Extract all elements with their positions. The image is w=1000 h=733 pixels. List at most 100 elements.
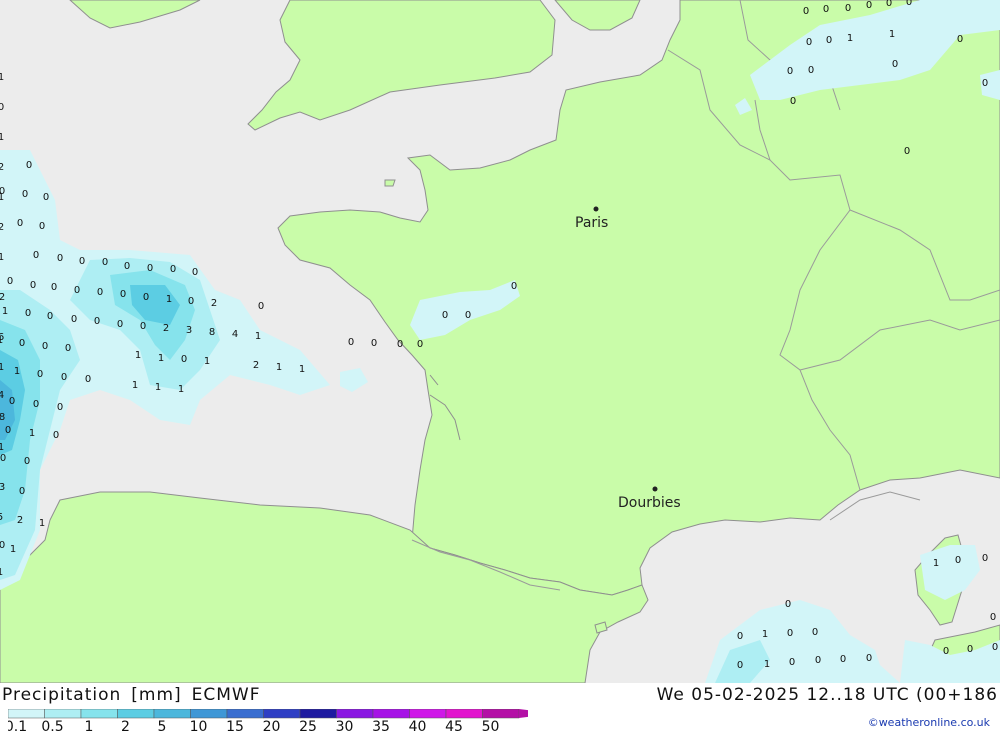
legend-swatch [299, 709, 337, 719]
precip-value: 0 [65, 343, 71, 354]
legend-swatch [44, 709, 82, 719]
precip-value: 0 [465, 310, 471, 321]
precip-value: 0 [806, 37, 812, 48]
precip-value: 0 [24, 456, 30, 467]
legend-swatch [482, 709, 520, 719]
product-name: Precipitation [2, 685, 122, 705]
precip-value: 0 [737, 660, 743, 671]
precip-value: 0 [22, 189, 28, 200]
legend-swatch [80, 709, 118, 719]
precip-value: 0 [57, 253, 63, 264]
map-footer: Precipitation [mm] ECMWF We 05-02-2025 12.… [0, 683, 1000, 733]
legend-label: 10 [190, 719, 208, 733]
precip-value: 0 [886, 0, 892, 9]
precip-value: 0 [812, 627, 818, 638]
precip-value: 0 [0, 453, 6, 464]
city-marker [593, 206, 599, 212]
precip-value: 0 [442, 310, 448, 321]
credit-link[interactable]: ©weatheronline.co.uk [868, 716, 990, 729]
legend-swatch [117, 709, 155, 719]
precip-value: 5 [0, 512, 3, 523]
legend-swatch [226, 709, 264, 719]
precip-value: 1 [0, 132, 4, 143]
precip-value: 0 [26, 160, 32, 171]
legend-label: 20 [263, 719, 281, 733]
precip-value: 0 [61, 372, 67, 383]
precip-value: 0 [906, 0, 912, 8]
precip-value: 0 [803, 6, 809, 17]
precip-value: 0 [790, 96, 796, 107]
precip-value: 2 [211, 298, 217, 309]
precip-value: 1 [14, 366, 20, 377]
legend-label: 35 [372, 719, 390, 733]
legend-swatch [372, 709, 410, 719]
legend-swatch [8, 709, 45, 719]
precip-value: 1 [10, 544, 16, 555]
precip-value: 0 [30, 280, 36, 291]
precip-value: 2 [163, 323, 169, 334]
precip-value: 1 [0, 192, 4, 203]
precip-value: 0 [57, 402, 63, 413]
precip-value: 0 [982, 553, 988, 564]
precip-value: 0 [0, 540, 5, 551]
legend-swatch [409, 709, 447, 719]
precip-value: 1 [889, 29, 895, 40]
precip-value: 0 [181, 354, 187, 365]
precip-value: 0 [19, 338, 25, 349]
legend-label: 45 [445, 719, 463, 733]
unit-label: [mm] [131, 685, 182, 705]
city-marker [652, 486, 658, 492]
precip-value: 3 [0, 482, 5, 493]
precip-value: 0 [845, 3, 851, 14]
precip-value: 0 [826, 35, 832, 46]
precip-value: 0 [94, 316, 100, 327]
land-jersey [384, 179, 396, 187]
legend-swatch [153, 709, 191, 719]
precip-value: 0 [789, 657, 795, 668]
legend-swatch [445, 709, 483, 719]
precip-value: 0 [892, 59, 898, 70]
precip-value: 0 [7, 276, 13, 287]
precip-value: 0 [787, 66, 793, 77]
precip-value: 1 [155, 382, 161, 393]
model-name: ECMWF [191, 685, 261, 705]
precip-value: 0 [51, 282, 57, 293]
precip-value: 0 [85, 374, 91, 385]
precip-value: 1 [764, 659, 770, 670]
precipitation-legend: 0.1 0.5 1 2 5 10 15 20 25 30 35 40 45 50 [8, 709, 528, 733]
legend-label: 0.5 [41, 719, 63, 733]
precip-value: 0 [371, 338, 377, 349]
legend-label: 40 [409, 719, 427, 733]
precip-value: 6 [0, 332, 4, 343]
precip-value: 0 [397, 339, 403, 350]
precip-value: 0 [258, 301, 264, 312]
legend-arrow [519, 709, 528, 718]
legend-label: 0.1 [8, 719, 27, 733]
precip-value: 0 [737, 631, 743, 642]
precip-value: 4 [0, 390, 4, 401]
precip-value: 1 [0, 442, 4, 453]
city-label: Dourbies [618, 495, 681, 511]
precip-value: 1 [2, 306, 8, 317]
precip-value: 1 [0, 362, 4, 373]
precip-value: 0 [53, 430, 59, 441]
precip-value: 0 [74, 285, 80, 296]
precip-value: 0 [904, 146, 910, 157]
precip-value: 0 [0, 102, 4, 113]
legend-swatch [336, 709, 374, 719]
legend-label: 1 [85, 719, 94, 733]
precip-value: 0 [943, 646, 949, 657]
precip-value: 2 [0, 162, 4, 173]
legend-swatch [263, 709, 301, 719]
precip-value: 0 [866, 0, 872, 11]
precip-value: 2 [17, 515, 23, 526]
precip-value: 0 [71, 314, 77, 325]
precip-value: 0 [787, 628, 793, 639]
precip-value: 0 [33, 250, 39, 261]
precip-value: 1 [135, 350, 141, 361]
precip-value: 1 [299, 364, 305, 375]
precip-value: 0 [170, 264, 176, 275]
precip-value: 0 [102, 257, 108, 268]
precip-value: 8 [209, 327, 215, 338]
precip-value: 1 [158, 353, 164, 364]
